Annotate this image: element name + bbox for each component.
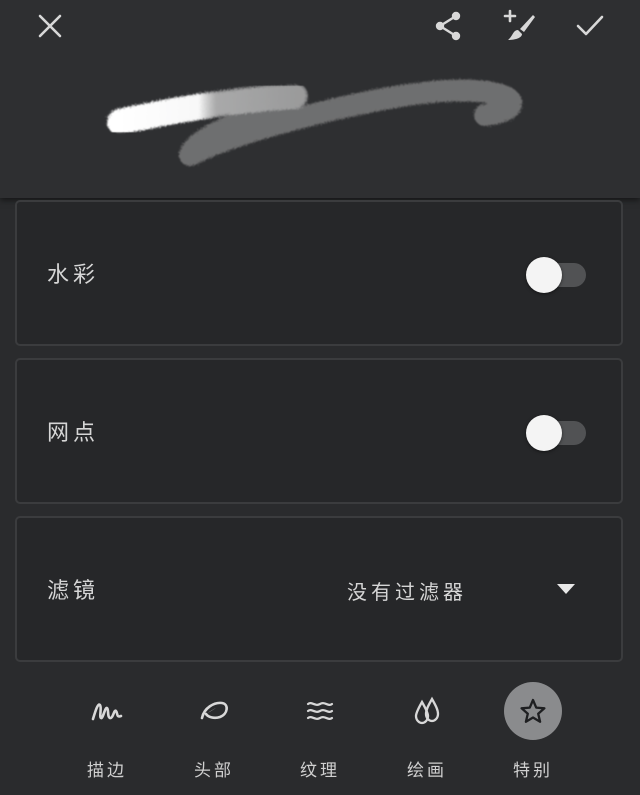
texture-icon [291, 682, 349, 740]
confirm-button[interactable] [566, 2, 614, 50]
halftone-toggle[interactable] [526, 415, 588, 451]
brush-settings-tabbar: 描边 头部 纹理 绘画 特别 [0, 668, 640, 795]
watercolor-setting-card: 水彩 [15, 200, 623, 346]
filter-dropdown[interactable]: 没有过滤器 [347, 568, 597, 612]
filter-setting-card: 滤镜 没有过滤器 [15, 516, 623, 662]
brush-stroke-preview [107, 79, 523, 166]
watercolor-toggle[interactable] [526, 257, 588, 293]
paint-drops-icon [398, 682, 456, 740]
tab-texture[interactable]: 纹理 [265, 668, 375, 788]
add-brush-button[interactable] [496, 2, 544, 50]
dropdown-arrow-icon [557, 584, 575, 594]
close-icon [38, 14, 62, 38]
stroke-icon [78, 682, 136, 740]
tab-brush-head[interactable]: 头部 [159, 668, 269, 788]
close-button[interactable] [26, 2, 74, 50]
toggle-knob [526, 415, 562, 451]
add-brush-icon [503, 9, 535, 40]
toggle-knob [526, 257, 562, 293]
halftone-label: 网点 [47, 421, 100, 446]
halftone-setting-card: 网点 [15, 358, 623, 504]
tab-label: 描边 [87, 761, 127, 781]
watercolor-label: 水彩 [47, 263, 100, 288]
tab-label: 特别 [513, 761, 553, 781]
filter-label: 滤镜 [47, 579, 100, 604]
tab-special[interactable]: 特别 [478, 668, 588, 788]
tab-stroke[interactable]: 描边 [52, 668, 162, 788]
tab-label: 纹理 [300, 761, 340, 781]
brush-preview-header [0, 0, 640, 198]
share-icon [435, 11, 461, 41]
brush-head-icon [185, 682, 243, 740]
tab-label: 绘画 [407, 761, 447, 781]
star-icon [504, 682, 562, 740]
tab-label: 头部 [194, 761, 234, 781]
tab-paint[interactable]: 绘画 [372, 668, 482, 788]
filter-value: 没有过滤器 [347, 579, 467, 604]
share-button[interactable] [424, 2, 472, 50]
check-icon [576, 15, 604, 36]
